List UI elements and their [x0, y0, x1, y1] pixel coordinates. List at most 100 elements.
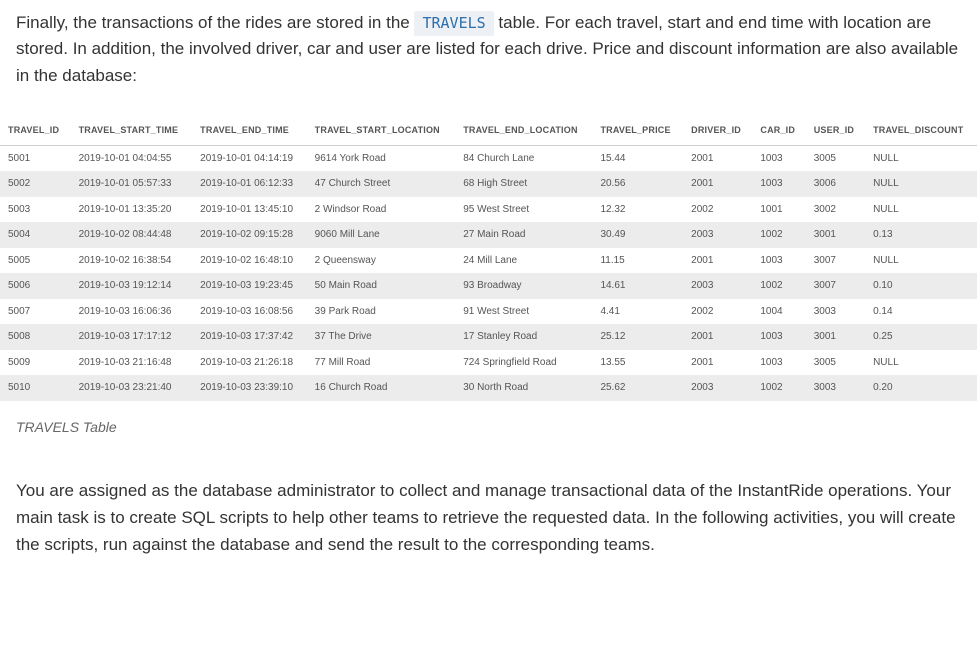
table-cell: 1003: [752, 171, 805, 197]
column-header: TRAVEL_DISCOUNT: [865, 117, 977, 145]
table-cell: 2019-10-01 13:35:20: [71, 197, 193, 223]
table-cell: 2019-10-03 21:16:48: [71, 350, 193, 376]
table-cell: 2019-10-02 16:48:10: [192, 248, 307, 274]
table-cell: 15.44: [592, 145, 683, 171]
table-cell: 68 High Street: [455, 171, 592, 197]
table-cell: 0.20: [865, 375, 977, 401]
table-cell: 3003: [806, 299, 865, 325]
table-cell: 1002: [752, 222, 805, 248]
column-header: TRAVEL_PRICE: [592, 117, 683, 145]
table-cell: 16 Church Road: [307, 375, 456, 401]
table-cell: 2019-10-02 08:44:48: [71, 222, 193, 248]
table-cell: 2 Queensway: [307, 248, 456, 274]
table-cell: 2019-10-03 19:23:45: [192, 273, 307, 299]
table-cell: 2001: [683, 324, 752, 350]
table-caption: TRAVELS Table: [16, 417, 961, 439]
table-cell: 0.10: [865, 273, 977, 299]
table-cell: 17 Stanley Road: [455, 324, 592, 350]
table-cell: 25.12: [592, 324, 683, 350]
table-cell: 3005: [806, 145, 865, 171]
table-cell: 50 Main Road: [307, 273, 456, 299]
table-cell: 2003: [683, 273, 752, 299]
table-cell: NULL: [865, 350, 977, 376]
column-header: DRIVER_ID: [683, 117, 752, 145]
table-cell: 5003: [0, 197, 71, 223]
table-cell: 2001: [683, 248, 752, 274]
table-cell: 5006: [0, 273, 71, 299]
table-cell: 93 Broadway: [455, 273, 592, 299]
table-row: 50092019-10-03 21:16:482019-10-03 21:26:…: [0, 350, 977, 376]
table-cell: 3001: [806, 222, 865, 248]
table-cell: 2019-10-01 06:12:33: [192, 171, 307, 197]
travels-table-body: 50012019-10-01 04:04:552019-10-01 04:14:…: [0, 145, 977, 401]
table-cell: 724 Springfield Road: [455, 350, 592, 376]
table-cell: 2002: [683, 299, 752, 325]
table-cell: 2019-10-03 16:08:56: [192, 299, 307, 325]
table-cell: 2019-10-03 17:37:42: [192, 324, 307, 350]
table-cell: 0.25: [865, 324, 977, 350]
table-cell: 27 Main Road: [455, 222, 592, 248]
travels-table-head: TRAVEL_IDTRAVEL_START_TIMETRAVEL_END_TIM…: [0, 117, 977, 145]
table-cell: 47 Church Street: [307, 171, 456, 197]
table-cell: 1002: [752, 375, 805, 401]
table-cell: 5009: [0, 350, 71, 376]
table-cell: 2003: [683, 222, 752, 248]
table-row: 50062019-10-03 19:12:142019-10-03 19:23:…: [0, 273, 977, 299]
table-row: 50102019-10-03 23:21:402019-10-03 23:39:…: [0, 375, 977, 401]
table-cell: 5008: [0, 324, 71, 350]
table-cell: 9060 Mill Lane: [307, 222, 456, 248]
table-cell: 2019-10-03 21:26:18: [192, 350, 307, 376]
table-row: 50022019-10-01 05:57:332019-10-01 06:12:…: [0, 171, 977, 197]
table-cell: 2 Windsor Road: [307, 197, 456, 223]
table-row: 50072019-10-03 16:06:362019-10-03 16:08:…: [0, 299, 977, 325]
table-cell: 2001: [683, 171, 752, 197]
table-cell: NULL: [865, 171, 977, 197]
column-header: TRAVEL_ID: [0, 117, 71, 145]
table-cell: 37 The Drive: [307, 324, 456, 350]
table-cell: 1003: [752, 324, 805, 350]
table-cell: 2019-10-02 09:15:28: [192, 222, 307, 248]
table-cell: 24 Mill Lane: [455, 248, 592, 274]
table-cell: 2019-10-03 17:17:12: [71, 324, 193, 350]
table-cell: 2019-10-02 16:38:54: [71, 248, 193, 274]
table-cell: NULL: [865, 197, 977, 223]
table-cell: 84 Church Lane: [455, 145, 592, 171]
table-cell: 12.32: [592, 197, 683, 223]
table-cell: 5007: [0, 299, 71, 325]
table-cell: 2019-10-03 23:21:40: [71, 375, 193, 401]
column-header: TRAVEL_END_LOCATION: [455, 117, 592, 145]
table-cell: 20.56: [592, 171, 683, 197]
table-cell: 3001: [806, 324, 865, 350]
table-cell: 3007: [806, 273, 865, 299]
table-cell: 30.49: [592, 222, 683, 248]
table-cell: 14.61: [592, 273, 683, 299]
table-row: 50042019-10-02 08:44:482019-10-02 09:15:…: [0, 222, 977, 248]
table-cell: 3005: [806, 350, 865, 376]
table-cell: 2019-10-01 04:14:19: [192, 145, 307, 171]
table-cell: 2019-10-01 05:57:33: [71, 171, 193, 197]
intro-text-before: Finally, the transactions of the rides a…: [16, 13, 414, 32]
intro-paragraph: Finally, the transactions of the rides a…: [16, 10, 961, 89]
table-cell: 1001: [752, 197, 805, 223]
table-cell: 5010: [0, 375, 71, 401]
table-cell: 2019-10-03 23:39:10: [192, 375, 307, 401]
table-cell: 2019-10-03 16:06:36: [71, 299, 193, 325]
table-cell: 1003: [752, 350, 805, 376]
table-cell: 1002: [752, 273, 805, 299]
table-cell: 95 West Street: [455, 197, 592, 223]
table-cell: NULL: [865, 248, 977, 274]
travels-table: TRAVEL_IDTRAVEL_START_TIMETRAVEL_END_TIM…: [0, 117, 977, 401]
table-cell: 25.62: [592, 375, 683, 401]
table-cell: 0.13: [865, 222, 977, 248]
table-cell: 2001: [683, 350, 752, 376]
table-cell: 11.15: [592, 248, 683, 274]
table-cell: 0.14: [865, 299, 977, 325]
table-row: 50082019-10-03 17:17:122019-10-03 17:37:…: [0, 324, 977, 350]
table-cell: 4.41: [592, 299, 683, 325]
table-cell: 2019-10-01 04:04:55: [71, 145, 193, 171]
column-header: TRAVEL_END_TIME: [192, 117, 307, 145]
table-cell: 2003: [683, 375, 752, 401]
table-row: 50032019-10-01 13:35:202019-10-01 13:45:…: [0, 197, 977, 223]
table-cell: 1003: [752, 248, 805, 274]
table-cell: 3003: [806, 375, 865, 401]
